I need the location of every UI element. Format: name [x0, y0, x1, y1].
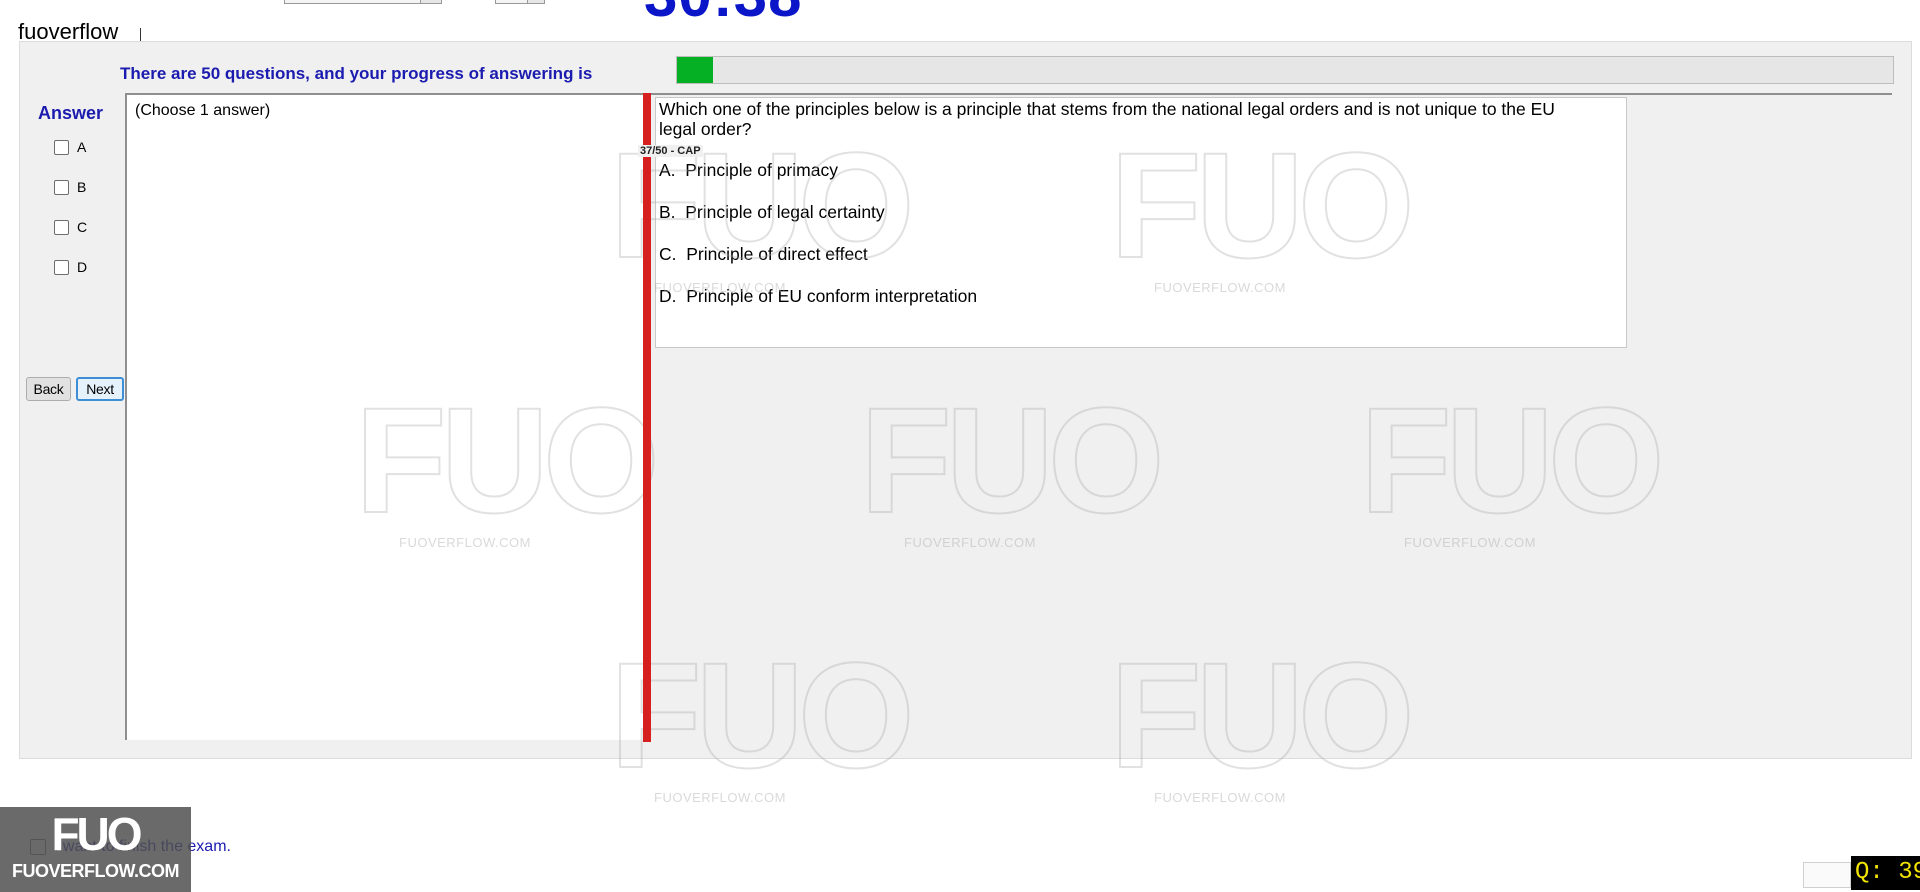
answer-option-c[interactable]: C — [54, 219, 87, 235]
answer-option-b[interactable]: B — [54, 179, 86, 195]
watermark-logo: FUO FUOVERFLOW.COM — [1359, 376, 1666, 550]
exam-timer: 30:38 — [644, 0, 802, 26]
answer-option-a[interactable]: A — [54, 139, 86, 155]
logo-site: FUOVERFLOW.COM — [12, 861, 180, 881]
answer-label: Answer — [38, 103, 104, 123]
option-label: A — [77, 139, 87, 155]
spinner-arrow-icon — [527, 0, 544, 3]
checkbox[interactable] — [54, 179, 69, 195]
corner-input[interactable] — [1803, 862, 1851, 888]
progress-fill — [677, 57, 714, 83]
splitter-bar[interactable] — [643, 93, 651, 742]
dropdown-arrow-icon — [420, 0, 441, 3]
option-label: D — [77, 259, 88, 275]
progress-bar — [676, 56, 1894, 84]
progress-label: There are 50 questions, and your progres… — [120, 64, 593, 83]
option-label: B — [77, 179, 87, 195]
fuoverflow-logo: FUO FUOVERFLOW.COM — [0, 807, 191, 892]
watermark-logo: FUO FUOVERFLOW.COM — [1109, 121, 1416, 295]
watermark-logo: FUO FUOVERFLOW.COM — [859, 376, 1166, 550]
next-button[interactable]: Next — [76, 377, 124, 401]
answer-option-d[interactable]: D — [54, 259, 87, 275]
back-button[interactable]: Back — [26, 377, 71, 401]
option-label: C — [77, 219, 88, 235]
question-tag: 37/50 - CAP — [638, 145, 703, 157]
top-spinner[interactable] — [495, 0, 545, 4]
checkbox[interactable] — [54, 139, 69, 155]
checkbox[interactable] — [54, 259, 69, 275]
checkbox[interactable] — [54, 219, 69, 235]
choose-hint: (Choose 1 answer) — [135, 102, 271, 119]
logo-mark: FUO — [51, 808, 142, 860]
top-dropdown[interactable] — [284, 0, 442, 4]
watermark-logo: FUO FUOVERFLOW.COM — [354, 376, 661, 550]
question-counter: Q: 39 — [1851, 856, 1920, 890]
watermark-logo: FUO FUOVERFLOW.COM — [1109, 631, 1416, 805]
